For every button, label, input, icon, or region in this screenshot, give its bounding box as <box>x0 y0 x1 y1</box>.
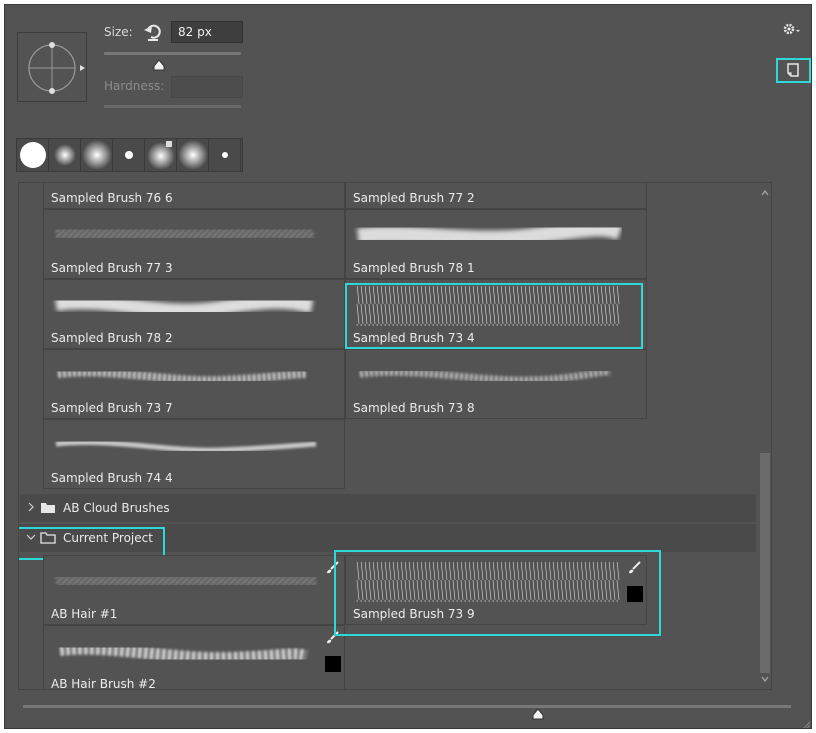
brush-tile[interactable]: AB Hair #1 <box>43 555 345 625</box>
brush-angle-icon <box>28 42 85 94</box>
brush-tile[interactable]: Sampled Brush 73 8 <box>345 349 647 419</box>
hardness-label: Hardness: <box>104 79 165 93</box>
brush-label: AB Hair #1 <box>51 607 118 621</box>
preset-soft-round-large[interactable] <box>81 139 113 171</box>
brush-tile[interactable]: Sampled Brush 76 6 <box>43 183 345 209</box>
new-preset-icon <box>787 63 799 77</box>
scroll-up-icon[interactable] <box>760 189 770 197</box>
brush-tile[interactable]: Sampled Brush 77 2 <box>345 183 647 209</box>
folder-icon <box>41 503 55 513</box>
folder-row-ab-cloud-brushes[interactable]: AB Cloud Brushes <box>20 494 756 522</box>
resize-grip-icon[interactable] <box>801 715 811 728</box>
preset-hard-small-2[interactable] <box>209 139 241 171</box>
thumbnail-size-slider[interactable] <box>23 705 791 708</box>
brush-label: Sampled Brush 78 1 <box>353 261 475 275</box>
brush-tile[interactable]: Sampled Brush 78 1 <box>345 209 647 279</box>
preset-soft-round[interactable] <box>49 139 81 171</box>
selection-highlight <box>345 283 643 349</box>
brush-tile[interactable]: Sampled Brush 77 3 <box>43 209 345 279</box>
size-slider-thumb[interactable] <box>153 56 165 71</box>
size-label: Size: <box>104 25 133 39</box>
brush-label: Sampled Brush 73 8 <box>353 401 475 415</box>
brush-preset-list[interactable]: Sampled Brush 76 6 Sampled Brush 77 2 Sa… <box>18 182 772 690</box>
reset-size-icon[interactable] <box>143 22 163 42</box>
brush-tile[interactable]: AB Hair Brush #2 <box>43 625 345 690</box>
brush-stroke-preview <box>357 220 622 247</box>
size-slider-track[interactable] <box>104 52 241 55</box>
brush-tile[interactable]: Sampled Brush 74 4 <box>43 419 345 489</box>
preset-hard-small[interactable] <box>113 139 145 171</box>
preset-soft-round-large-2[interactable] <box>177 139 209 171</box>
recent-brush-presets <box>16 138 243 172</box>
brush-label: Sampled Brush 76 6 <box>51 191 173 205</box>
size-field[interactable]: 82 px <box>171 21 243 43</box>
brush-stroke-preview <box>59 642 308 665</box>
preset-hard-round[interactable] <box>17 139 49 171</box>
hardness-slider-track <box>104 105 241 108</box>
brush-tile[interactable]: Sampled Brush 73 7 <box>43 349 345 419</box>
brush-label: AB Hair Brush #2 <box>51 677 156 690</box>
color-swatch <box>325 656 341 672</box>
scroll-down-icon[interactable] <box>760 675 770 683</box>
chevron-right-icon[interactable] <box>26 501 36 513</box>
thumbnail-size-thumb[interactable] <box>532 705 544 720</box>
brush-label: Sampled Brush 77 3 <box>51 261 173 275</box>
brush-label: Sampled Brush 73 7 <box>51 401 173 415</box>
preset-soft-badged[interactable] <box>145 139 177 171</box>
list-scrollbar[interactable] <box>758 183 771 689</box>
brushes-panel: Size: 82 px Hardness: Sampled Brush 76 6… <box>4 4 812 729</box>
brush-label: Sampled Brush 77 2 <box>353 191 475 205</box>
brush-label: Sampled Brush 74 4 <box>51 471 173 485</box>
gear-icon[interactable] <box>781 21 803 37</box>
brush-stroke-preview <box>54 566 317 596</box>
brush-stroke-preview <box>54 294 314 318</box>
brush-stroke-preview <box>359 368 611 384</box>
selection-highlight <box>334 550 661 636</box>
scroll-thumb[interactable] <box>760 453 770 673</box>
folder-name: AB Cloud Brushes <box>63 501 170 515</box>
brush-stroke-preview <box>54 222 316 246</box>
brush-stroke-preview <box>57 368 307 385</box>
new-preset-button[interactable] <box>776 58 811 83</box>
hardness-field <box>171 76 243 98</box>
brush-stroke-preview <box>55 440 317 453</box>
brush-label: Sampled Brush 78 2 <box>51 331 173 345</box>
brush-tile[interactable]: Sampled Brush 78 2 <box>43 279 345 349</box>
brush-tip-preview[interactable] <box>17 32 87 102</box>
